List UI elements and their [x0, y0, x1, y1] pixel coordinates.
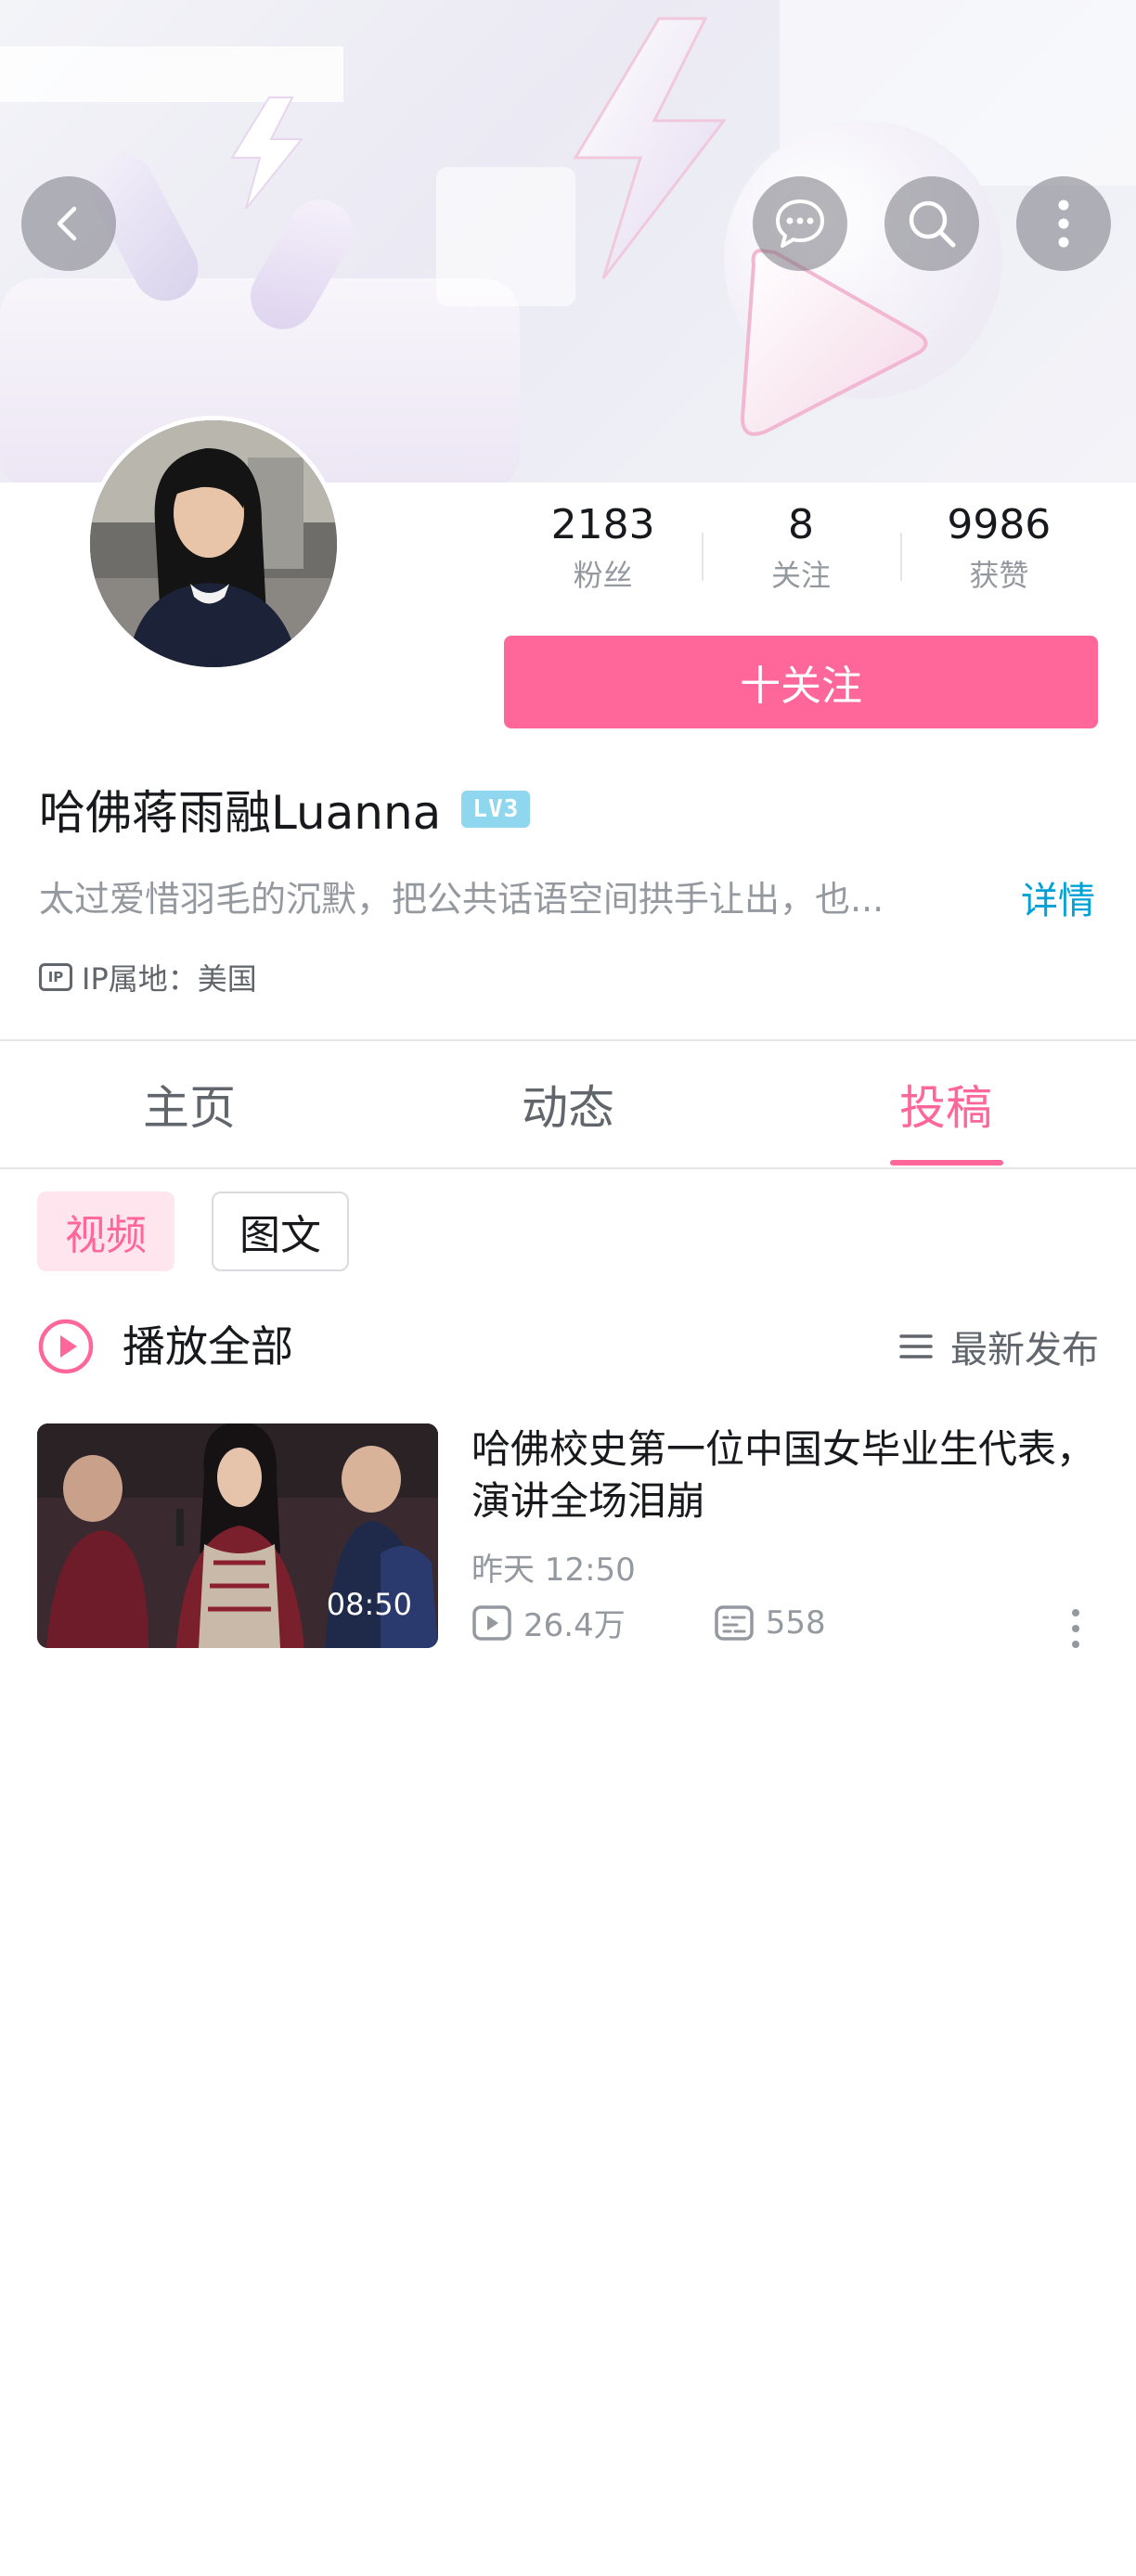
message-button[interactable]: [753, 176, 847, 271]
tab-active-indicator: [890, 1160, 1003, 1166]
lightning-bolt-icon: [230, 97, 304, 210]
view-count-text: 26.4万: [523, 1607, 626, 1644]
video-title[interactable]: 哈佛校史第一位中国女毕业生代表，演讲全场泪崩: [471, 1423, 1099, 1527]
stat-label: 获赞: [969, 557, 1029, 593]
divider: [0, 1167, 1136, 1169]
stat-value: 9986: [947, 501, 1052, 548]
danmaku-count-text: 558: [765, 1604, 826, 1642]
filter-article[interactable]: 图文: [212, 1191, 349, 1271]
avatar-image: [90, 420, 337, 667]
view-count: 26.4万: [471, 1600, 626, 1645]
danmaku-count: 558: [714, 1604, 826, 1642]
more-vertical-icon: [1058, 200, 1069, 248]
message-icon: [776, 200, 824, 248]
stat-value: 2183: [550, 501, 655, 548]
stat-label: 粉丝: [573, 557, 633, 593]
play-triangle-shape: [740, 248, 928, 436]
ip-location: IP IP属地：美国: [39, 956, 257, 998]
video-card[interactable]: 08:50 哈佛校史第一位中国女毕业生代表，演讲全场泪崩 昨天 12:50 26…: [37, 1423, 1099, 1650]
sort-label: 最新发布: [950, 1329, 1099, 1372]
video-duration: 08:50: [326, 1587, 412, 1622]
filter-video[interactable]: 视频: [37, 1191, 174, 1271]
lightning-bolt-icon: [573, 17, 728, 279]
profile-tabs: 主页 动态 投稿: [0, 1041, 1136, 1167]
playall-button[interactable]: 播放全部: [123, 1314, 293, 1379]
bio-text: 太过爱惜羽毛的沉默，把公共话语空间拱手让出，也...: [39, 879, 884, 920]
search-button[interactable]: [884, 176, 979, 271]
menu-lines-icon: [899, 1334, 933, 1359]
video-thumbnail[interactable]: 08:50: [37, 1423, 438, 1648]
tab-uploads[interactable]: 投稿: [807, 1041, 1085, 1167]
ip-icon: IP: [39, 963, 72, 991]
stat-likes[interactable]: 9986 获赞: [899, 501, 1098, 612]
back-button[interactable]: [21, 176, 116, 271]
ip-location-text: IP属地：美国: [82, 961, 257, 997]
level-badge: LV3: [461, 791, 531, 828]
username: 哈佛蒋雨融Luanna: [39, 786, 442, 840]
avatar[interactable]: [85, 416, 342, 672]
sort-button[interactable]: 最新发布: [898, 1314, 1099, 1379]
profile-stats: 2183 粉丝 8 关注 9986 获赞: [504, 501, 1098, 612]
username-row: 哈佛蒋雨融Luanna LV3: [39, 776, 531, 843]
stat-label: 关注: [770, 557, 831, 593]
search-icon: [909, 200, 956, 248]
playall-row: 播放全部 最新发布: [37, 1314, 1099, 1379]
stat-following[interactable]: 8 关注: [702, 501, 899, 612]
stat-followers[interactable]: 2183 粉丝: [504, 501, 702, 612]
follow-button[interactable]: 十关注: [504, 636, 1098, 728]
tab-home[interactable]: 主页: [50, 1041, 329, 1167]
video-stats: 26.4万 558: [471, 1600, 826, 1645]
more-button[interactable]: [1016, 176, 1111, 271]
more-vertical-icon[interactable]: [1062, 1605, 1090, 1652]
tab-dynamics[interactable]: 动态: [429, 1041, 707, 1167]
chevron-left-icon: [57, 206, 77, 241]
video-publish-time: 昨天 12:50: [471, 1552, 636, 1589]
bio-details-link[interactable]: 详情: [1021, 870, 1095, 924]
stat-value: 8: [787, 501, 814, 548]
profile-banner: [0, 0, 1136, 483]
play-circle-icon[interactable]: [37, 1318, 95, 1375]
play-count-icon: [472, 1604, 511, 1641]
danmaku-icon: [714, 1604, 754, 1641]
